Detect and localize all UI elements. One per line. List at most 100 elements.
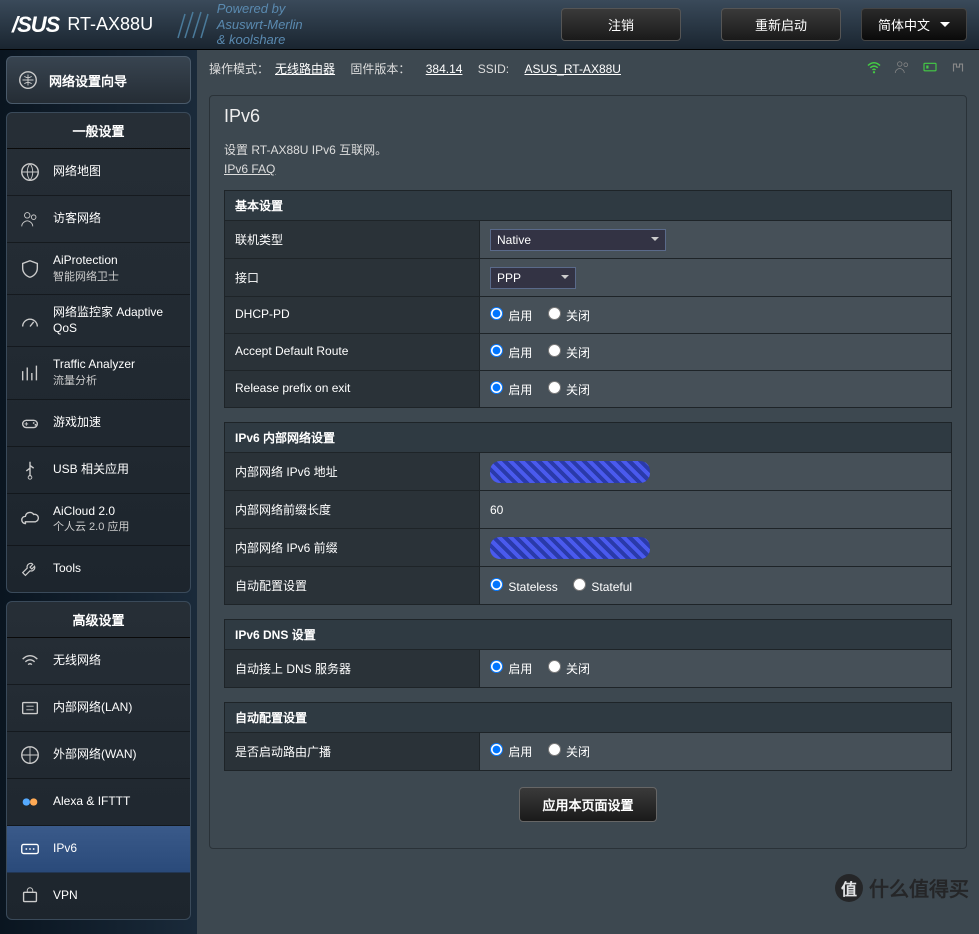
page-description: 设置 RT-AX88U IPv6 互联网。 (224, 141, 952, 158)
sidebar-item-alexa-ifttt[interactable]: Alexa & IFTTT (7, 779, 190, 826)
brand-logo: /SUS (12, 12, 59, 38)
label-auto-dns: 自动接上 DNS 服务器 (225, 650, 480, 687)
guest-icon (17, 206, 43, 232)
label-default-route: Accept Default Route (225, 334, 480, 370)
sidebar-item-guest-network[interactable]: 访客网络 (7, 196, 190, 243)
gamepad-icon (17, 410, 43, 436)
ipv6-icon (17, 836, 43, 862)
network-wizard-button[interactable]: 网络设置向导 (6, 56, 191, 104)
top-bar: /SUS RT-AX88U Powered by Asuswrt-Merlin … (0, 0, 979, 50)
logout-button[interactable]: 注销 (561, 8, 681, 41)
model-name: RT-AX88U (67, 14, 153, 35)
main-content: 操作模式： 无线路由器 固件版本： 384.14 SSID: ASUS_RT-A… (197, 50, 979, 934)
sidebar-item-label: IPv6 (53, 841, 77, 855)
sidebar-item-wan[interactable]: 外部网络(WAN) (7, 732, 190, 779)
firmware-link[interactable]: 384.14 (426, 62, 463, 76)
wifi-status-icon[interactable] (865, 58, 883, 79)
gauge-icon (17, 308, 43, 334)
autoconfig-stateful[interactable]: Stateful (573, 578, 632, 594)
chevron-down-icon (940, 22, 950, 32)
label-dhcp-pd: DHCP-PD (225, 297, 480, 333)
sidebar-item-usb-apps[interactable]: USB 相关应用 (7, 447, 190, 494)
dhcp-pd-enable[interactable]: 启用 (490, 307, 532, 324)
ethernet-status-icon[interactable] (949, 58, 967, 79)
ipv6-faq-link[interactable]: IPv6 FAQ (224, 162, 275, 176)
page-title: IPv6 (224, 106, 952, 127)
sidebar-item-traffic-analyzer[interactable]: Traffic Analyzer流量分析 (7, 347, 190, 399)
globe-icon (17, 159, 43, 185)
chevron-down-icon (651, 237, 659, 245)
sidebar-item-label: Traffic Analyzer (53, 357, 135, 371)
prefix-length-value: 60 (490, 503, 503, 517)
alexa-icon (17, 789, 43, 815)
label-lan-prefix: 内部网络 IPv6 前缀 (225, 529, 480, 566)
sidebar-item-label: USB 相关应用 (53, 462, 129, 476)
watermark: 值 什么值得买 (835, 873, 969, 902)
watermark-icon: 值 (835, 874, 863, 902)
wan-icon (17, 742, 43, 768)
label-lan-addr: 内部网络 IPv6 地址 (225, 453, 480, 490)
cloud-icon (17, 506, 43, 532)
lan-ipv6-address-value (490, 461, 650, 483)
label-prefix-len: 内部网络前缀长度 (225, 491, 480, 528)
sidebar-item-ipv6[interactable]: IPv6 (7, 826, 190, 873)
sidebar-item-game-boost[interactable]: 游戏加速 (7, 400, 190, 447)
auto-dns-enable[interactable]: 启用 (490, 660, 532, 677)
shield-icon (17, 256, 43, 282)
chart-icon (17, 360, 43, 386)
reboot-button[interactable]: 重新启动 (721, 8, 841, 41)
chevron-down-icon (561, 275, 569, 283)
sidebar-item-label: AiCloud 2.0 (53, 504, 115, 518)
operation-mode-link[interactable]: 无线路由器 (275, 60, 335, 77)
clients-status-icon[interactable] (893, 58, 911, 79)
sidebar-item-lan[interactable]: 内部网络(LAN) (7, 685, 190, 732)
auto-dns-disable[interactable]: 关闭 (548, 660, 590, 677)
status-bar: 操作模式： 无线路由器 固件版本： 384.14 SSID: ASUS_RT-A… (197, 50, 979, 87)
language-dropdown[interactable]: 简体中文 (861, 8, 967, 41)
default-route-enable[interactable]: 启用 (490, 344, 532, 361)
sidebar-item-label: Tools (53, 561, 81, 575)
lan-icon (17, 695, 43, 721)
sidebar-item-label: VPN (53, 888, 78, 902)
sidebar-item-wireless[interactable]: 无线网络 (7, 638, 190, 685)
release-prefix-enable[interactable]: 启用 (490, 381, 532, 398)
wifi-icon (17, 648, 43, 674)
ssid-link[interactable]: ASUS_RT-AX88U (524, 62, 621, 76)
section-auto: 自动配置设置 (224, 702, 952, 733)
autoconfig-stateless[interactable]: Stateless (490, 578, 558, 594)
usb-icon (17, 457, 43, 483)
wrench-icon (17, 556, 43, 582)
sidebar-item-tools[interactable]: Tools (7, 546, 190, 592)
section-dns: IPv6 DNS 设置 (224, 619, 952, 650)
dhcp-pd-disable[interactable]: 关闭 (548, 307, 590, 324)
sidebar-item-label: Alexa & IFTTT (53, 794, 130, 808)
sidebar-item-network-map[interactable]: 网络地图 (7, 149, 190, 196)
router-adv-disable[interactable]: 关闭 (548, 743, 590, 760)
label-conn-type: 联机类型 (225, 221, 480, 258)
router-adv-enable[interactable]: 启用 (490, 743, 532, 760)
sidebar-item-label: 无线网络 (53, 653, 101, 667)
label-release-prefix: Release prefix on exit (225, 371, 480, 407)
label-router-adv: 是否启动路由广播 (225, 733, 480, 770)
release-prefix-disable[interactable]: 关闭 (548, 381, 590, 398)
general-header: 一般设置 (7, 113, 190, 149)
sidebar: 网络设置向导 一般设置 网络地图 访客网络 AiProtection智能网络卫士… (0, 50, 197, 934)
apply-button[interactable]: 应用本页面设置 (519, 787, 656, 822)
firmware-credit: Powered by Asuswrt-Merlin & koolshare (173, 1, 303, 48)
sidebar-item-label: 访客网络 (53, 211, 101, 225)
label-autoconfig: 自动配置设置 (225, 567, 480, 604)
interface-dropdown[interactable]: PPP (490, 267, 576, 289)
default-route-disable[interactable]: 关闭 (548, 344, 590, 361)
sidebar-item-aicloud[interactable]: AiCloud 2.0个人云 2.0 应用 (7, 494, 190, 546)
sidebar-item-aiprotection[interactable]: AiProtection智能网络卫士 (7, 243, 190, 295)
sidebar-item-label: 网络监控家 Adaptive QoS (53, 305, 163, 335)
sidebar-item-label: 外部网络(WAN) (53, 747, 137, 761)
antenna-icon (173, 10, 213, 40)
conn-type-dropdown[interactable]: Native (490, 229, 666, 251)
section-basic: 基本设置 (224, 190, 952, 221)
sidebar-item-qos[interactable]: 网络监控家 Adaptive QoS (7, 295, 190, 347)
sidebar-item-label: AiProtection (53, 253, 118, 267)
usb-status-icon[interactable] (921, 58, 939, 79)
section-lan: IPv6 内部网络设置 (224, 422, 952, 453)
wizard-icon (15, 67, 41, 93)
